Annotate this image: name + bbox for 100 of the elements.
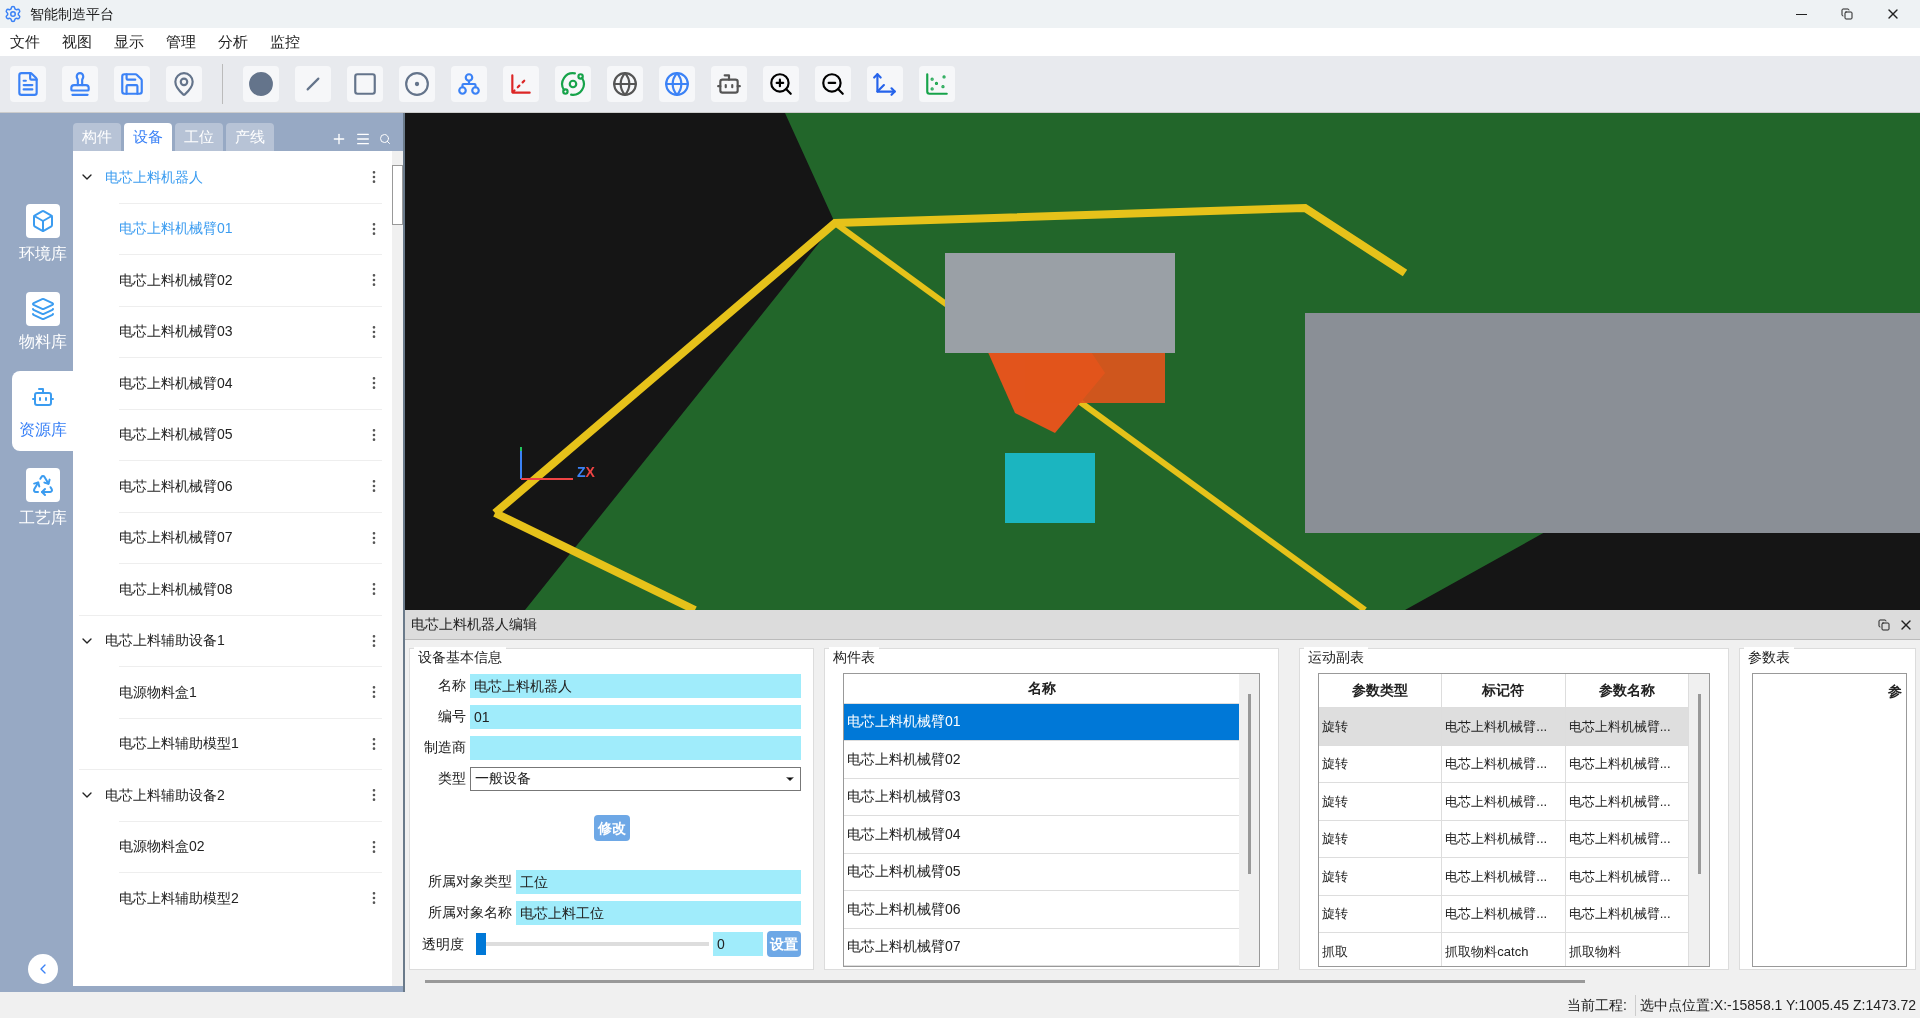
sphere-icon xyxy=(612,71,638,97)
tree-item[interactable]: 电芯上料机械臂04 xyxy=(119,372,233,394)
app-icon xyxy=(4,5,22,23)
menu-icon[interactable] xyxy=(355,131,371,147)
field-label: 编号 xyxy=(437,707,466,726)
process-library-icon xyxy=(30,473,55,497)
tree-item[interactable]: 电芯上料机械臂02 xyxy=(119,269,233,291)
tree-item[interactable]: 电芯上料辅助模型1 xyxy=(119,733,239,755)
scatter-axes-icon xyxy=(924,71,950,97)
menu-item[interactable]: 文件 xyxy=(10,30,40,54)
tree-item[interactable]: 电芯上料辅助设备2 xyxy=(105,784,225,806)
column-header[interactable]: 标记符 xyxy=(1442,674,1566,707)
group-title: 参数表 xyxy=(1744,647,1794,668)
field-label: 名称 xyxy=(437,676,466,695)
globe-icon xyxy=(664,71,690,97)
field-label: 所属对象类型 xyxy=(427,872,512,891)
field-label: 制造商 xyxy=(423,738,466,757)
scatter-axes-tool[interactable] xyxy=(919,66,955,102)
tree-item[interactable]: 电芯上料辅助设备1 xyxy=(105,630,225,652)
column-header[interactable]: 参 xyxy=(1753,674,1906,708)
tree-item[interactable]: 电芯上料机械臂07 xyxy=(119,527,233,549)
env-library-icon xyxy=(30,209,55,233)
tree-item[interactable]: 电源物料盒02 xyxy=(119,836,205,858)
tree-item[interactable]: 电芯上料机械臂06 xyxy=(119,475,233,497)
table-row[interactable]: 旋转 电芯上料机械臂... 电芯上料机械臂... xyxy=(1319,783,1689,821)
axis-icon xyxy=(508,71,534,97)
opacity-slider[interactable] xyxy=(476,932,709,956)
column-header[interactable]: 名称 xyxy=(844,674,1239,704)
globe-tool[interactable] xyxy=(659,66,695,102)
table-row[interactable]: 电芯上料机械臂01 xyxy=(844,703,1239,741)
zoom-out-icon xyxy=(820,71,846,97)
tree-item[interactable]: 电芯上料辅助模型2 xyxy=(119,887,239,909)
opacity-field[interactable]: 0 xyxy=(713,932,763,956)
orbit-tool[interactable] xyxy=(555,66,591,102)
sphere-tool[interactable] xyxy=(607,66,643,102)
dot-icon xyxy=(248,71,274,97)
table-row[interactable]: 抓取 抓取物料catch 抓取物料 xyxy=(1319,933,1689,966)
orbit-icon xyxy=(560,71,586,97)
document-icon xyxy=(15,71,41,97)
save-icon xyxy=(119,71,145,97)
field-label: 所属对象名称 xyxy=(427,903,512,922)
save-tool[interactable] xyxy=(114,66,150,102)
stamp-icon xyxy=(67,71,93,97)
map-pin-icon xyxy=(171,71,197,97)
axis-label: X xyxy=(585,463,595,482)
window-title: 智能制造平台 xyxy=(30,4,114,24)
text-field[interactable]: 电芯上料工位 xyxy=(516,900,801,925)
text-field[interactable]: 工位 xyxy=(516,869,801,894)
text-field[interactable]: 电芯上料机器人 xyxy=(470,673,801,698)
text-field[interactable]: 01 xyxy=(470,704,801,729)
menu-item[interactable]: 监控 xyxy=(270,30,300,54)
tree-item[interactable]: 电源物料盒1 xyxy=(119,681,197,703)
tree-item[interactable]: 电芯上料机械臂08 xyxy=(119,578,233,600)
axis-tool[interactable] xyxy=(503,66,539,102)
column-header[interactable]: 参数类型 xyxy=(1319,674,1443,707)
table-row[interactable]: 旋转 电芯上料机械臂... 电芯上料机械臂... xyxy=(1319,745,1689,783)
scrollbar[interactable] xyxy=(1239,674,1259,966)
menu-item[interactable]: 管理 xyxy=(166,30,196,54)
slider-thumb[interactable] xyxy=(476,933,486,955)
zoom-in-tool[interactable] xyxy=(763,66,799,102)
type-dropdown[interactable]: 一般设备 xyxy=(470,766,801,791)
axes-icon xyxy=(872,71,898,97)
panel-title: 电芯上料机器人编辑 xyxy=(411,615,537,634)
tree-item[interactable]: 电芯上料机械臂05 xyxy=(119,424,233,446)
scrollbar[interactable] xyxy=(1689,674,1709,966)
zoom-out-tool[interactable] xyxy=(815,66,851,102)
restore-icon xyxy=(1841,8,1853,20)
status-position: 选中点位置:X:-15858.1 Y:1005.45 Z:1473.72 xyxy=(1634,994,1916,1016)
table-row[interactable]: 旋转 电芯上料机械臂... 电芯上料机械臂... xyxy=(1319,708,1689,746)
menu-item[interactable]: 视图 xyxy=(62,30,92,54)
line-tool[interactable] xyxy=(295,66,331,102)
field-label: 透明度 xyxy=(422,934,465,954)
tree-item[interactable]: 电芯上料机械臂03 xyxy=(119,321,233,343)
library-tab[interactable]: 资源库 xyxy=(12,371,73,451)
map-pin-tool[interactable] xyxy=(166,66,202,102)
column-header[interactable]: 参数名称 xyxy=(1565,674,1689,707)
table-row[interactable]: 旋转 电芯上料机械臂... 电芯上料机械臂... xyxy=(1319,895,1689,933)
table-row[interactable]: 旋转 电芯上料机械臂... 电芯上料机械臂... xyxy=(1319,858,1689,896)
resource-library-icon xyxy=(30,385,55,409)
target-icon xyxy=(404,71,430,97)
target-tool[interactable] xyxy=(399,66,435,102)
document-tool[interactable] xyxy=(10,66,46,102)
axis-label: Z xyxy=(577,463,586,482)
float-icon[interactable] xyxy=(1878,618,1890,631)
menu-item[interactable]: 分析 xyxy=(218,30,248,54)
horizontal-scrollbar[interactable] xyxy=(425,979,1585,983)
status-project: 当前工程: xyxy=(1567,995,1627,1015)
material-library-icon xyxy=(30,297,55,321)
tree-tab[interactable]: 设备 xyxy=(124,123,172,151)
stamp-tool[interactable] xyxy=(62,66,98,102)
table-row[interactable]: 旋转 电芯上料机械臂... 电芯上料机械臂... xyxy=(1319,820,1689,858)
menu-item[interactable]: 显示 xyxy=(114,30,144,54)
minimize-icon xyxy=(1795,13,1807,15)
axes-tool[interactable] xyxy=(867,66,903,102)
dot-tool[interactable] xyxy=(243,66,279,102)
collapse-button[interactable] xyxy=(28,954,58,984)
text-field[interactable] xyxy=(470,735,801,760)
scrollbar[interactable] xyxy=(392,151,403,986)
field-label: 类型 xyxy=(437,769,466,788)
zoom-in-icon xyxy=(768,71,794,97)
